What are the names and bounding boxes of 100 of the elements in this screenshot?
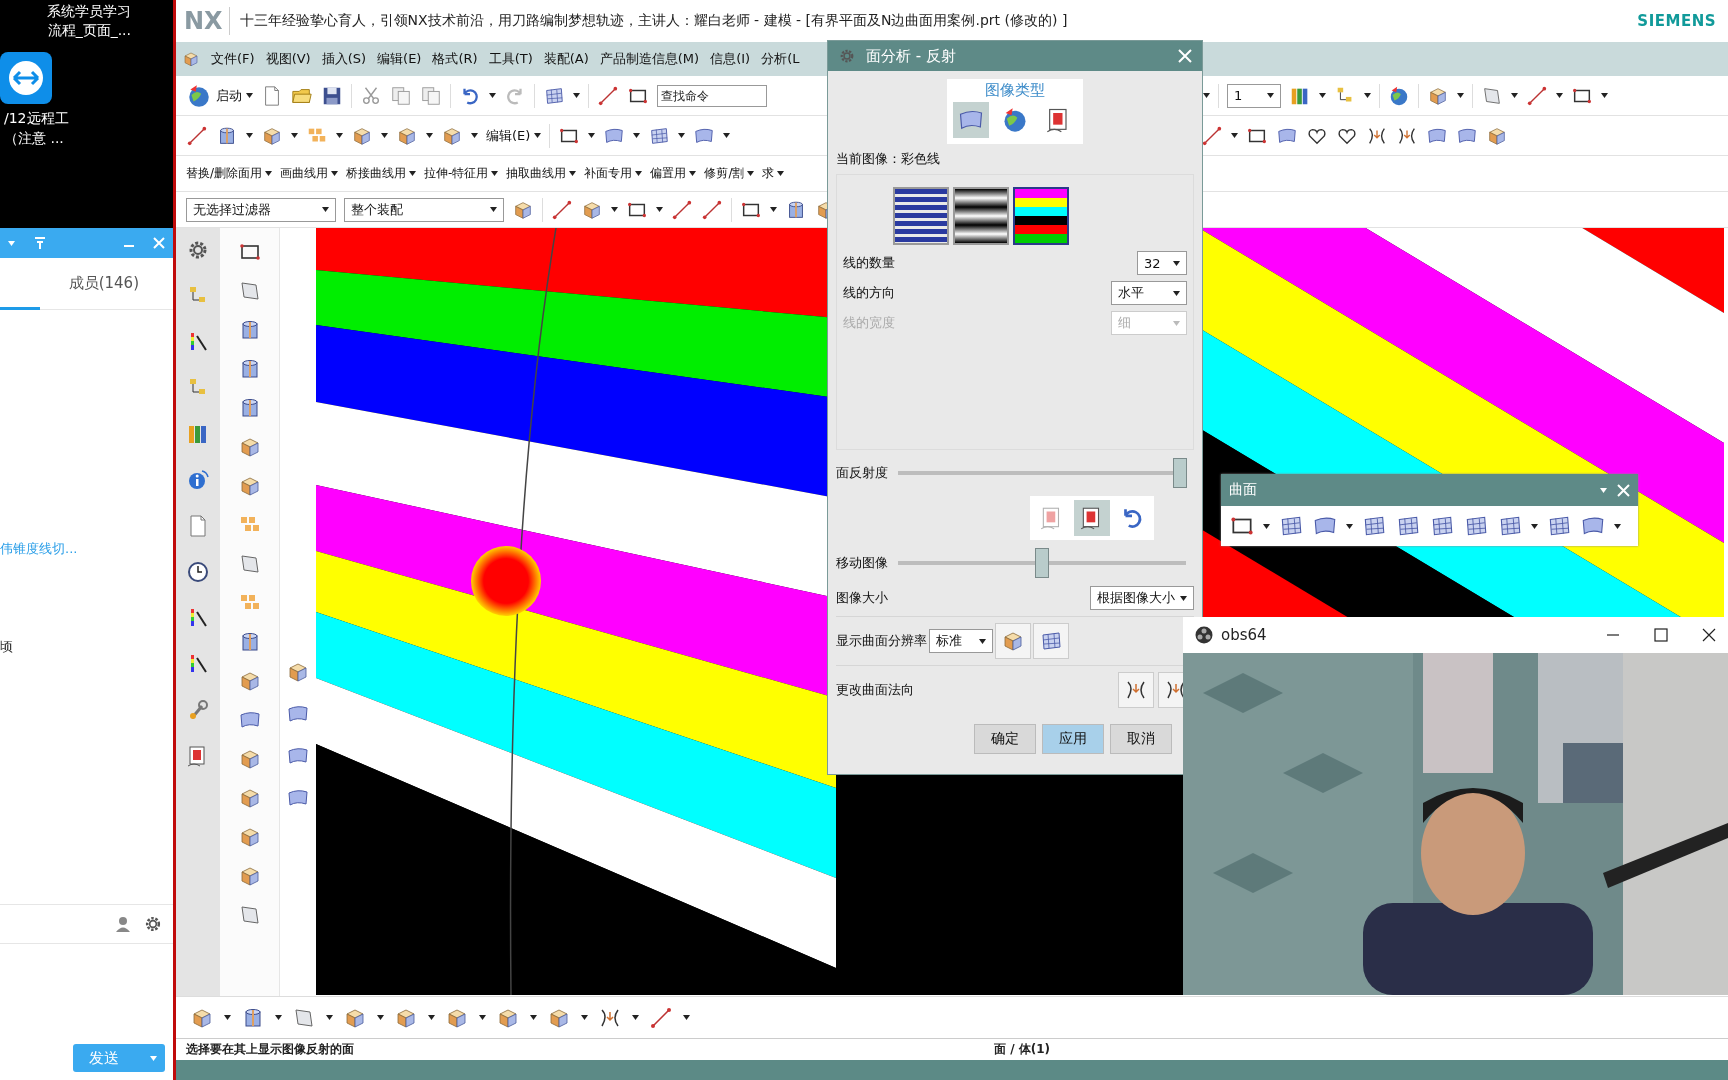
image-size-dropdown[interactable]: 根据图像大小	[1090, 586, 1194, 610]
caret-icon[interactable]	[336, 133, 343, 138]
caret-icon[interactable]	[1180, 595, 1187, 601]
command-group-menu[interactable]: 画曲线用	[280, 165, 339, 182]
caret-icon[interactable]	[747, 171, 755, 176]
selection-filter-dropdown[interactable]: 无选择过滤器	[186, 197, 336, 222]
caret-icon[interactable]	[534, 133, 542, 138]
command-group-menu[interactable]: 求	[762, 165, 785, 182]
caret-icon[interactable]	[479, 1015, 486, 1020]
line-icon[interactable]	[701, 198, 723, 221]
layer-dropdown[interactable]: 1	[1227, 83, 1281, 108]
clock-icon[interactable]	[186, 560, 210, 584]
caret-icon[interactable]	[979, 638, 986, 644]
caret-icon[interactable]	[1267, 93, 1274, 98]
caret-icon[interactable]	[573, 93, 580, 98]
line-icon[interactable]	[671, 198, 693, 221]
command-group-menu[interactable]: 替换/删除面用	[186, 165, 273, 182]
caret-icon[interactable]	[471, 133, 478, 138]
caret-icon[interactable]	[1173, 260, 1180, 266]
caret-icon[interactable]	[635, 171, 643, 176]
edit-menu-button[interactable]: 编辑(E)	[486, 126, 542, 145]
command-group-menu[interactable]: 桥接曲线用	[346, 165, 417, 182]
caret-icon[interactable]	[428, 1015, 435, 1020]
slider-thumb[interactable]	[1173, 458, 1188, 488]
field-dropdown[interactable]: 32	[1137, 251, 1187, 275]
command-group-menu[interactable]: 拉伸-特征用	[424, 165, 499, 182]
caret-icon[interactable]	[1173, 290, 1180, 296]
caret-icon[interactable]	[491, 171, 499, 176]
move-mode-button[interactable]	[1074, 500, 1110, 536]
caret-icon[interactable]	[377, 1015, 384, 1020]
caret-icon[interactable]	[530, 1015, 537, 1020]
caret-icon[interactable]	[246, 133, 253, 138]
caret-icon[interactable]	[1511, 93, 1518, 98]
line-icon[interactable]	[1201, 124, 1224, 147]
line-icon[interactable]	[186, 124, 208, 147]
globe-icon[interactable]	[1388, 84, 1410, 107]
menu-item[interactable]: 文件(F)	[211, 50, 255, 68]
info-icon[interactable]	[186, 468, 210, 492]
caret-icon[interactable]	[656, 207, 663, 212]
slider-thumb[interactable]	[1035, 548, 1049, 578]
caret-icon[interactable]	[1601, 93, 1608, 98]
menu-item[interactable]: 分析(L	[761, 50, 800, 68]
caret-icon[interactable]	[1556, 93, 1563, 98]
line-icon[interactable]	[597, 84, 619, 107]
caret-icon[interactable]	[489, 93, 496, 98]
caret-icon[interactable]	[683, 1015, 690, 1020]
caret-icon[interactable]	[1364, 93, 1371, 98]
caret-icon[interactable]	[1457, 93, 1464, 98]
caret-icon[interactable]	[381, 133, 388, 138]
line-image-swatch[interactable]	[1013, 187, 1069, 245]
cube-icon[interactable]	[182, 50, 200, 68]
menu-item[interactable]: 工具(T)	[488, 50, 533, 68]
caret-icon[interactable]	[490, 207, 497, 212]
caret-icon[interactable]	[581, 1015, 588, 1020]
caret-icon[interactable]	[678, 133, 686, 138]
dialog-button[interactable]: 确定	[974, 724, 1036, 754]
flip-normal-button[interactable]	[1118, 672, 1154, 708]
members-tab[interactable]: 成员(146)	[68, 274, 139, 293]
command-group-menu[interactable]: 补面专用	[584, 165, 643, 182]
dialog-button[interactable]: 取消	[1110, 724, 1172, 754]
maximize-icon[interactable]	[1654, 628, 1668, 642]
caret-icon[interactable]	[632, 1015, 639, 1020]
caret-icon[interactable]	[1203, 93, 1210, 98]
user-icon[interactable]	[115, 915, 133, 933]
caret-icon[interactable]	[265, 171, 273, 176]
caret-icon[interactable]	[246, 93, 253, 98]
cube-button[interactable]	[995, 623, 1031, 659]
caret-icon[interactable]	[633, 133, 641, 138]
caret-icon[interactable]	[611, 207, 618, 212]
menu-item[interactable]: 装配(A)	[543, 50, 589, 68]
caret-icon[interactable]	[723, 133, 731, 138]
caret-icon[interactable]	[322, 207, 329, 212]
caret-icon[interactable]	[291, 133, 298, 138]
caret-icon[interactable]	[1231, 133, 1239, 138]
menu-item[interactable]: 视图(V)	[265, 50, 311, 68]
pin-icon[interactable]	[33, 236, 47, 250]
resolution-dropdown[interactable]: 标准	[929, 629, 993, 653]
dialog-button[interactable]: 应用	[1042, 724, 1104, 754]
caret-icon[interactable]	[224, 1015, 231, 1020]
line-icon[interactable]	[551, 198, 573, 221]
caret-icon[interactable]	[409, 171, 417, 176]
caret-icon[interactable]	[770, 207, 777, 212]
start-button[interactable]: 启动	[186, 82, 253, 109]
caret-icon[interactable]	[777, 171, 785, 176]
field-dropdown[interactable]: 水平	[1111, 281, 1187, 305]
search-field[interactable]: 查找命令	[657, 84, 767, 107]
menu-item[interactable]: 信息(I)	[710, 50, 751, 68]
command-group-menu[interactable]: 偏置用	[650, 165, 697, 182]
image-type-button[interactable]	[953, 102, 989, 138]
line-image-swatch[interactable]	[893, 187, 949, 245]
command-group-menu[interactable]: 修剪/割	[704, 165, 755, 182]
menu-item[interactable]: 插入(S)	[321, 50, 367, 68]
caret-icon[interactable]	[588, 133, 596, 138]
caret-icon[interactable]	[1319, 93, 1326, 98]
caret-icon[interactable]	[326, 1015, 333, 1020]
caret-icon[interactable]	[689, 171, 697, 176]
caret-icon[interactable]	[426, 133, 433, 138]
line-icon[interactable]	[1526, 84, 1548, 107]
caret-icon[interactable]	[275, 1015, 282, 1020]
menu-item[interactable]: 编辑(E)	[377, 50, 422, 68]
